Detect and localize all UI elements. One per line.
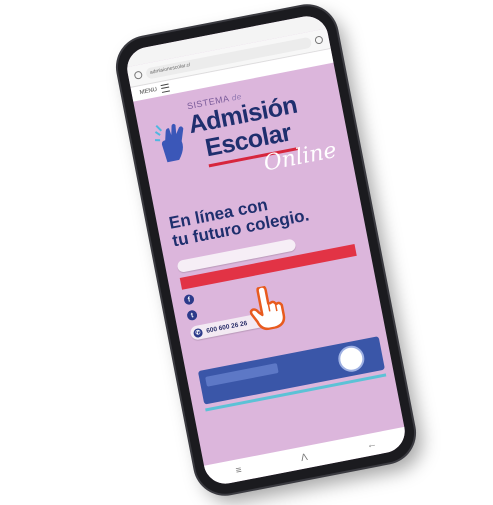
phone-screen: admisionescolar.cl MENU SISTEMA de Admis… (123, 12, 409, 488)
back-icon[interactable]: ← (366, 438, 378, 451)
facebook-icon[interactable]: f (183, 293, 195, 306)
banner-badge-icon (336, 343, 367, 374)
menu-label[interactable]: MENU (139, 87, 157, 96)
pointer-hand-icon (249, 285, 286, 331)
home-icon[interactable] (133, 70, 143, 80)
photo-stage: admisionescolar.cl MENU SISTEMA de Admis… (0, 0, 493, 505)
recent-apps-icon[interactable]: ≡ (235, 464, 243, 476)
hamburger-icon[interactable] (160, 83, 170, 93)
phone-icon: ✆ (192, 327, 204, 338)
phone-number: 600 600 26 26 (205, 319, 248, 335)
admision-logo: Admisión Escolar Online (149, 85, 339, 188)
android-nav-bar: ≡ Λ ← (204, 426, 409, 488)
banner-text-bar (205, 363, 279, 387)
twitter-icon[interactable]: t (186, 309, 198, 322)
tabs-icon[interactable] (314, 35, 324, 45)
smartphone: admisionescolar.cl MENU SISTEMA de Admis… (112, 1, 420, 499)
home-button-icon[interactable]: Λ (300, 451, 309, 463)
